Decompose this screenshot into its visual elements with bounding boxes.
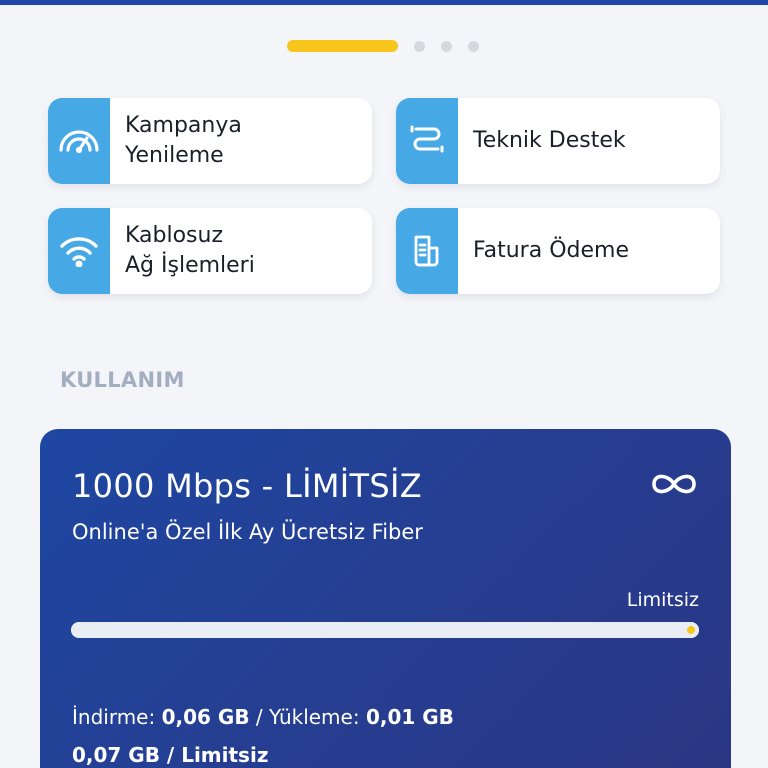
traffic-separator: / bbox=[249, 705, 270, 729]
carousel-pager bbox=[287, 40, 479, 52]
invoice-icon bbox=[396, 208, 458, 294]
pager-dot[interactable] bbox=[414, 40, 425, 52]
campaign-renewal-label: Kampanya Yenileme bbox=[125, 113, 242, 168]
campaign-renewal-button[interactable]: Kampanya Yenileme bbox=[48, 98, 372, 184]
download-value: 0,06 GB bbox=[161, 705, 250, 729]
technical-support-button[interactable]: Teknik Destek bbox=[396, 98, 720, 184]
usage-progress-bar bbox=[71, 622, 699, 638]
total-used-value: 0,07 GB bbox=[72, 743, 160, 767]
technical-support-label: Teknik Destek bbox=[473, 128, 626, 153]
plan-subtitle: Online'a Özel İlk Ay Ücretsiz Fiber bbox=[72, 520, 423, 544]
upload-value: 0,01 GB bbox=[365, 705, 454, 729]
total-separator: / bbox=[159, 743, 182, 767]
header-bar bbox=[0, 0, 768, 5]
wireless-network-label: Kablosuz Ağ İşlemleri bbox=[125, 223, 255, 278]
total-limit-value: Limitsiz bbox=[181, 743, 269, 767]
pager-dot[interactable] bbox=[468, 40, 479, 52]
speedometer-icon bbox=[48, 98, 110, 184]
traffic-details: İndirme: 0,06 GB / Yükleme: 0,01 GB bbox=[72, 705, 454, 729]
download-label: İndirme: bbox=[72, 705, 162, 729]
bill-payment-label: Fatura Ödeme bbox=[473, 238, 629, 263]
usage-progress-fill bbox=[71, 622, 699, 638]
cable-connector-icon bbox=[396, 98, 458, 184]
wireless-network-button[interactable]: Kablosuz Ağ İşlemleri bbox=[48, 208, 372, 294]
pager-dot[interactable] bbox=[441, 40, 452, 52]
usage-card[interactable]: 1000 Mbps - LİMİTSİZ Online'a Özel İlk A… bbox=[40, 429, 731, 768]
total-usage: 0,07 GB / Limitsiz bbox=[72, 743, 268, 767]
wifi-icon bbox=[48, 208, 110, 294]
usage-section-title: KULLANIM bbox=[60, 368, 185, 392]
bill-payment-button[interactable]: Fatura Ödeme bbox=[396, 208, 720, 294]
plan-title: 1000 Mbps - LİMİTSİZ bbox=[72, 467, 422, 505]
upload-label: Yükleme: bbox=[269, 705, 366, 729]
infinity-icon bbox=[649, 469, 699, 499]
usage-limit-label: Limitsiz bbox=[626, 589, 699, 611]
usage-progress-marker bbox=[687, 626, 695, 634]
pager-indicator-active[interactable] bbox=[287, 40, 398, 52]
